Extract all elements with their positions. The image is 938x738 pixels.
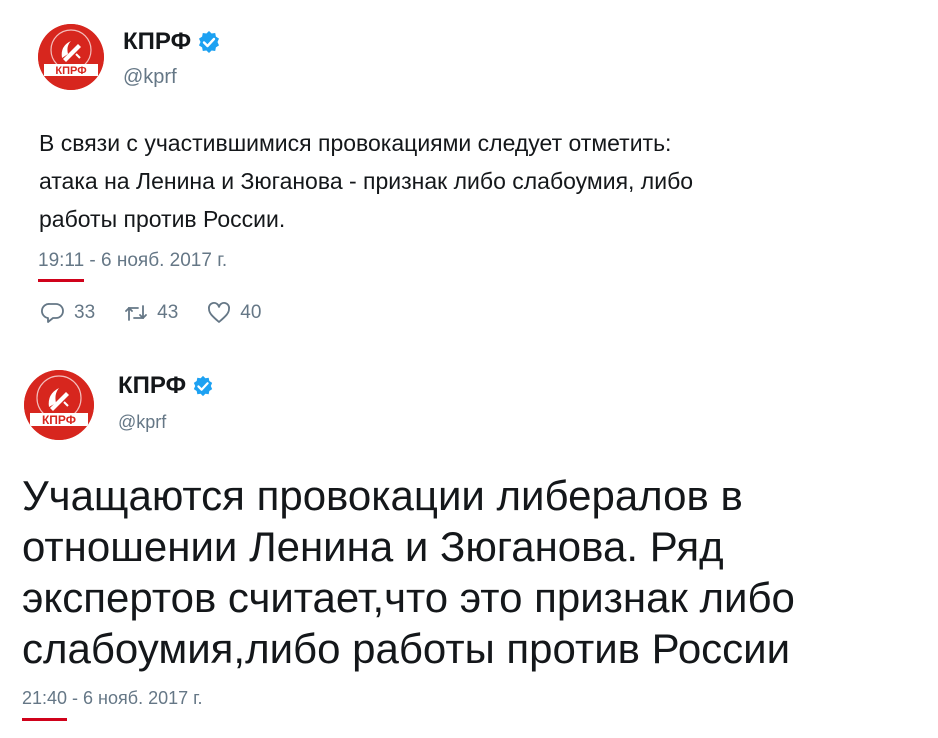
- reply-count: 33: [74, 302, 96, 323]
- like-count: 40: [240, 302, 262, 323]
- retweet-count: 43: [157, 302, 179, 323]
- retweet-icon: [125, 305, 148, 321]
- author-name[interactable]: КПРФ: [118, 372, 186, 400]
- author-handle[interactable]: @kprf: [118, 412, 166, 433]
- svg-text:КПРФ: КПРФ: [42, 413, 76, 427]
- tweet-text: Учащаются провокации либералов в отношен…: [22, 472, 795, 672]
- tweet-2: КПРФ КПРФ @kprf Учащаются провокации либ…: [0, 350, 938, 738]
- reply-button[interactable]: 33: [40, 300, 95, 326]
- tweet-date: 6 нояб. 2017 г.: [101, 250, 228, 271]
- retweet-button[interactable]: 43: [123, 300, 178, 326]
- tweet-timestamp: 21:40 - 6 нояб. 2017 г.: [22, 688, 203, 721]
- svg-text:КПРФ: КПРФ: [55, 65, 86, 77]
- like-button[interactable]: 40: [206, 300, 261, 326]
- author-row: КПРФ: [123, 28, 221, 56]
- tweet-1: КПРФ КПРФ @kprf В связи с участившимися …: [0, 0, 938, 350]
- kprf-logo-icon: КПРФ: [24, 370, 94, 440]
- tweet-timestamp: 19:11 - 6 нояб. 2017 г.: [38, 250, 228, 282]
- reply-icon: [41, 303, 64, 323]
- tweet-actions: 33 43 40: [40, 300, 289, 326]
- author-handle[interactable]: @kprf: [123, 66, 177, 89]
- heart-icon: [208, 302, 231, 323]
- time-underline-annotation: [38, 279, 85, 282]
- tweet-time-link[interactable]: 21:40: [22, 688, 67, 708]
- date-separator: -: [67, 688, 84, 708]
- time-underline-annotation: [22, 718, 68, 721]
- verified-badge-icon: [199, 31, 220, 53]
- verified-badge-icon: [193, 375, 213, 397]
- tweet-time-link[interactable]: 19:11: [38, 250, 84, 271]
- profile-avatar[interactable]: КПРФ: [38, 24, 104, 90]
- date-separator: -: [84, 250, 102, 271]
- tweet-text: В связи с участившимися провокациями сле…: [39, 130, 694, 232]
- profile-avatar[interactable]: КПРФ: [24, 370, 94, 440]
- kprf-logo-icon: КПРФ: [38, 24, 104, 90]
- author-row: КПРФ: [118, 372, 214, 400]
- tweet-date: 6 нояб. 2017 г.: [83, 688, 203, 708]
- author-name[interactable]: КПРФ: [123, 28, 191, 56]
